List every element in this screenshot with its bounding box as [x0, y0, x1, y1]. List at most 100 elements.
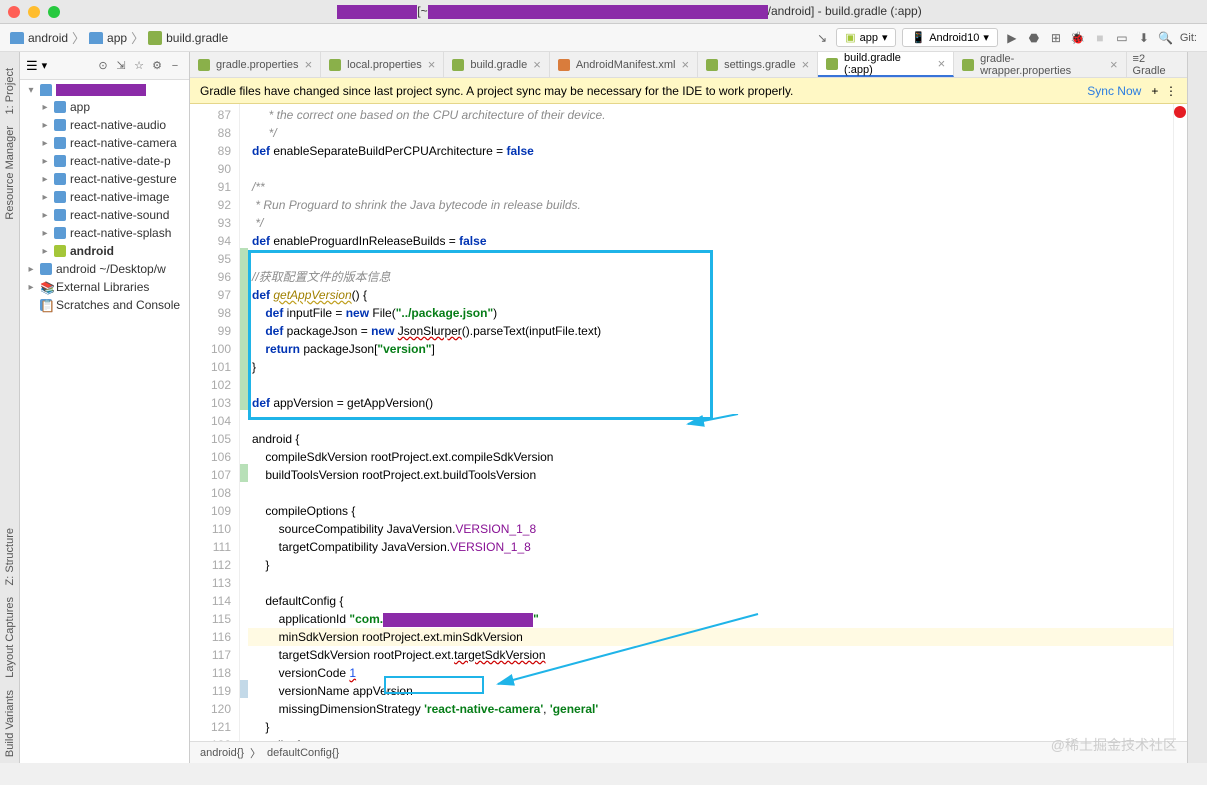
code-line[interactable]: applicationId "com." [248, 610, 1173, 628]
close-icon[interactable]: × [802, 57, 810, 72]
tree-item[interactable]: ▸app [22, 98, 187, 116]
build-variants-tool-button[interactable]: Build Variants [4, 684, 16, 763]
close-icon[interactable]: × [428, 57, 436, 72]
tree-item[interactable]: ▸react-native-camera [22, 134, 187, 152]
code-line[interactable] [248, 160, 1173, 178]
tree-item[interactable]: ▸android [22, 242, 187, 260]
error-stripe[interactable] [1173, 104, 1187, 741]
editor-tab[interactable]: local.properties× [321, 52, 444, 77]
tree-item[interactable]: ▸📚External Libraries [22, 278, 187, 296]
minimize-window-button[interactable] [28, 6, 40, 18]
tree-item[interactable]: ▸react-native-splash [22, 224, 187, 242]
crumb-app[interactable]: app [89, 31, 127, 45]
code-content[interactable]: * the correct one based on the CPU archi… [248, 104, 1173, 741]
code-line[interactable]: defaultConfig { [248, 592, 1173, 610]
tree-item[interactable]: ▸react-native-date-p [22, 152, 187, 170]
code-line[interactable]: } [248, 718, 1173, 736]
code-line[interactable]: /** [248, 178, 1173, 196]
stop-button[interactable]: ■ [1092, 30, 1108, 46]
code-line[interactable]: compileSdkVersion rootProject.ext.compil… [248, 448, 1173, 466]
code-line[interactable] [248, 574, 1173, 592]
add-icon[interactable]: + [1151, 84, 1158, 98]
close-window-button[interactable] [8, 6, 20, 18]
crumb[interactable]: defaultConfig{} [267, 747, 339, 759]
editor-tab[interactable]: gradle.properties× [190, 52, 321, 77]
select-opened-file-button[interactable]: ⊙ [95, 58, 111, 74]
debug-button[interactable]: ⬣ [1026, 30, 1042, 46]
tree-item[interactable]: ▸react-native-audio [22, 116, 187, 134]
profile-button[interactable]: ⊞ [1048, 30, 1064, 46]
device-select[interactable]: 📱Android10 ▾ [902, 28, 997, 47]
code-line[interactable]: //获取配置文件的版本信息 [248, 268, 1173, 286]
project-tool-button[interactable]: 1: Project [4, 62, 16, 120]
code-line[interactable]: splits { [248, 736, 1173, 741]
code-line[interactable]: */ [248, 124, 1173, 142]
tree-item[interactable]: ▸react-native-image [22, 188, 187, 206]
more-icon[interactable]: ⋮ [1165, 84, 1177, 98]
avd-manager-button[interactable]: ▭ [1114, 30, 1130, 46]
close-icon[interactable]: × [1110, 57, 1118, 72]
code-line[interactable]: * the correct one based on the CPU archi… [248, 106, 1173, 124]
layout-captures-tool-button[interactable]: Layout Captures [4, 591, 16, 684]
code-line[interactable] [248, 484, 1173, 502]
sync-now-link[interactable]: Sync Now [1087, 84, 1141, 98]
code-line[interactable]: minSdkVersion rootProject.ext.minSdkVers… [248, 628, 1173, 646]
close-icon[interactable]: × [681, 57, 689, 72]
crumb-android[interactable]: android [10, 31, 68, 45]
editor-tab[interactable]: gradle-wrapper.properties× [954, 52, 1126, 77]
error-indicator-icon[interactable] [1174, 106, 1186, 118]
editor-tab[interactable]: build.gradle (:app)× [818, 52, 954, 77]
code-line[interactable]: def packageJson = new JsonSlurper().pars… [248, 322, 1173, 340]
project-tree[interactable]: ▾ ▸app▸react-native-audio▸react-native-c… [20, 80, 189, 763]
code-line[interactable]: sourceCompatibility JavaVersion.VERSION_… [248, 520, 1173, 538]
code-line[interactable]: targetCompatibility JavaVersion.VERSION_… [248, 538, 1173, 556]
crumb[interactable]: android{} [200, 747, 244, 759]
code-line[interactable]: missingDimensionStrategy 'react-native-c… [248, 700, 1173, 718]
tree-item[interactable]: ▸react-native-gesture [22, 170, 187, 188]
tree-item[interactable]: ▸android ~/Desktop/w [22, 260, 187, 278]
close-icon[interactable]: × [305, 57, 313, 72]
close-icon[interactable]: × [938, 56, 946, 71]
code-line[interactable]: compileOptions { [248, 502, 1173, 520]
tabs-overflow[interactable]: ≡2 Gradle [1127, 52, 1187, 77]
code-line[interactable]: buildToolsVersion rootProject.ext.buildT… [248, 466, 1173, 484]
resource-manager-tool-button[interactable]: Resource Manager [4, 120, 16, 226]
search-button[interactable]: 🔍 [1158, 30, 1174, 46]
project-view-select[interactable]: ▾ [42, 59, 48, 72]
code-editor[interactable]: 8788899091929394959697989910010110210310… [190, 104, 1187, 741]
code-line[interactable]: def inputFile = new File("../package.jso… [248, 304, 1173, 322]
editor-tab[interactable]: settings.gradle× [698, 52, 818, 77]
code-line[interactable] [248, 376, 1173, 394]
settings-icon[interactable]: ⚙ [149, 58, 165, 74]
code-line[interactable] [248, 412, 1173, 430]
run-button[interactable]: ▶ [1004, 30, 1020, 46]
sdk-manager-button[interactable]: ⬇ [1136, 30, 1152, 46]
crumb-file[interactable]: build.gradle [148, 31, 228, 45]
code-line[interactable]: return packageJson["version"] [248, 340, 1173, 358]
code-line[interactable]: def enableProguardInReleaseBuilds = fals… [248, 232, 1173, 250]
tree-item[interactable]: ▸react-native-sound [22, 206, 187, 224]
code-line[interactable] [248, 250, 1173, 268]
tree-item[interactable]: 📋Scratches and Console [22, 296, 187, 314]
editor-tab[interactable]: build.gradle× [444, 52, 549, 77]
code-line[interactable]: versionName appVersion [248, 682, 1173, 700]
collapse-all-button[interactable]: ☆ [131, 58, 147, 74]
tree-item[interactable]: ▾ [22, 82, 187, 98]
attach-debugger-button[interactable]: 🐞 [1070, 30, 1086, 46]
structure-tool-button[interactable]: Z: Structure [4, 522, 16, 591]
code-line[interactable]: */ [248, 214, 1173, 232]
expand-all-button[interactable]: ⇲ [113, 58, 129, 74]
code-line[interactable]: * Run Proguard to shrink the Java byteco… [248, 196, 1173, 214]
code-line[interactable]: android { [248, 430, 1173, 448]
editor-tab[interactable]: AndroidManifest.xml× [550, 52, 698, 77]
code-line[interactable]: def appVersion = getAppVersion() [248, 394, 1173, 412]
hide-button[interactable]: − [167, 58, 183, 74]
code-line[interactable]: versionCode 1 [248, 664, 1173, 682]
code-line[interactable]: def getAppVersion() { [248, 286, 1173, 304]
code-line[interactable]: } [248, 556, 1173, 574]
code-line[interactable]: } [248, 358, 1173, 376]
maximize-window-button[interactable] [48, 6, 60, 18]
sync-icon[interactable]: ↘ [814, 30, 830, 46]
code-line[interactable]: targetSdkVersion rootProject.ext.targetS… [248, 646, 1173, 664]
close-icon[interactable]: × [533, 57, 541, 72]
